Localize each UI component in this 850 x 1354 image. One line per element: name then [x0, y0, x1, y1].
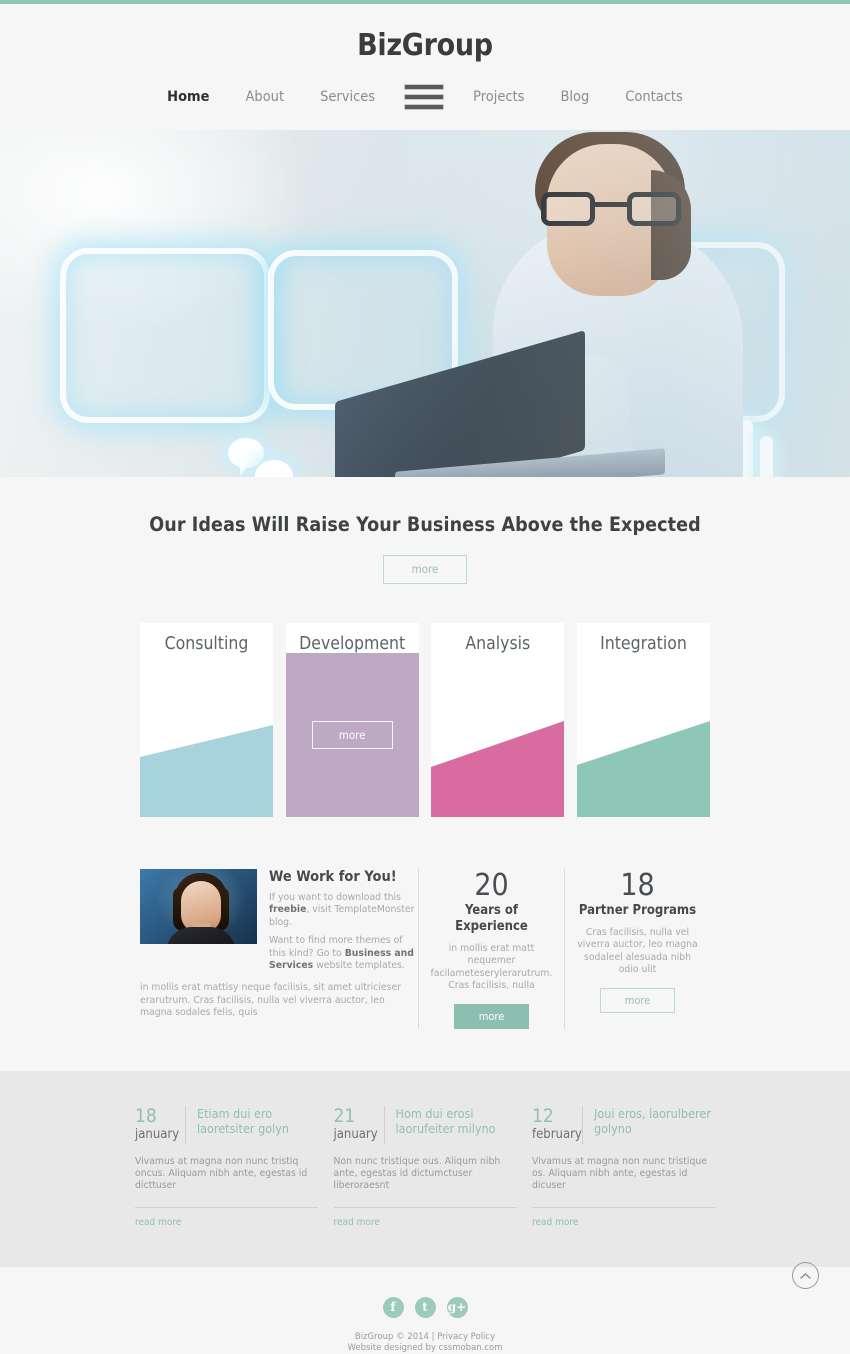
- stat-more-button[interactable]: more: [599, 987, 676, 1013]
- stat-number: 18: [620, 868, 655, 903]
- services-cards: Consulting Development more Analysis Int…: [140, 584, 710, 817]
- work-paragraph-1: If you want to download this freebie, vi…: [269, 892, 415, 928]
- about-stats-section: We Work for You! If you want to download…: [140, 869, 710, 1029]
- hamburger-bar: [404, 94, 445, 100]
- hamburger-bar: [404, 84, 445, 90]
- hero-slider[interactable]: [0, 130, 850, 477]
- work-heading: We Work for You!: [269, 869, 397, 885]
- social-links: f t g+: [0, 1296, 850, 1318]
- stat-partner-programs: 18 Partner Programs Cras facilisis, null…: [564, 869, 710, 1029]
- nav-item-contacts[interactable]: Contacts: [607, 87, 701, 107]
- work-paragraph-3: in mollis erat mattisy neque facilisis, …: [140, 982, 402, 1019]
- stat-description: Cras facilisis, nulla vel viverra auctor…: [577, 927, 698, 976]
- site-logo[interactable]: BizGroup: [0, 26, 850, 66]
- nav-item-services[interactable]: Services: [302, 87, 393, 107]
- news-excerpt: Vivamus at magna non nunc tristiq oncus.…: [135, 1155, 308, 1192]
- intro-section: Our Ideas Will Raise Your Business Above…: [0, 477, 850, 584]
- stat-description: in mollis erat matt nequemer facilametes…: [430, 943, 553, 992]
- intro-more-button[interactable]: more: [382, 555, 468, 584]
- news-day: 21: [333, 1104, 356, 1127]
- site-header: BizGroup Home About Services Projects Bl…: [0, 4, 850, 130]
- news-month: february: [532, 1126, 582, 1142]
- hero-image: [0, 130, 850, 477]
- page-title: Our Ideas Will Raise Your Business Above…: [149, 513, 701, 536]
- stats-block: 20 Years of Experience in mollis erat ma…: [418, 869, 710, 1029]
- stat-number: 20: [474, 868, 509, 903]
- hamburger-icon[interactable]: [404, 84, 445, 110]
- work-block: We Work for You! If you want to download…: [140, 869, 418, 1020]
- stat-more-button[interactable]: more: [453, 1003, 530, 1029]
- news-day: 18: [135, 1104, 157, 1127]
- main-navigation: Home About Services Projects Blog Contac…: [0, 84, 850, 110]
- news-date: 21 january: [334, 1106, 384, 1143]
- news-item[interactable]: 12 february Joui eros, laorulberer golyn…: [532, 1105, 715, 1229]
- news-title[interactable]: Joui eros, laorulberer golyno: [582, 1105, 715, 1144]
- news-read-more-link[interactable]: read more: [334, 1217, 380, 1228]
- site-footer: f t g+ BizGroup © 2014 | Privacy Policy …: [0, 1266, 850, 1354]
- news-excerpt: Vivamus at magna non nunc tristique os. …: [532, 1155, 707, 1192]
- hamburger-bar: [404, 104, 445, 110]
- service-card-analysis[interactable]: Analysis: [431, 623, 565, 817]
- stat-years-of-experience: 20 Years of Experience in mollis erat ma…: [418, 869, 564, 1029]
- work-paragraph-2: Want to find more themes of this kind? G…: [269, 935, 414, 972]
- news-excerpt: Non nunc tristique ous. Aliqum nibh ante…: [333, 1155, 501, 1192]
- service-card-title: Integration: [600, 634, 687, 654]
- twitter-icon[interactable]: t: [414, 1296, 436, 1318]
- service-card-title: Consulting: [164, 634, 249, 654]
- news-month: january: [333, 1126, 378, 1142]
- service-card-consulting[interactable]: Consulting: [140, 623, 273, 817]
- divider: [135, 1206, 318, 1208]
- scroll-to-top-button[interactable]: [792, 1262, 819, 1289]
- googleplus-icon[interactable]: g+: [446, 1296, 468, 1318]
- nav-item-blog[interactable]: Blog: [542, 87, 607, 107]
- service-card-development[interactable]: Development more: [285, 623, 419, 817]
- nav-item-projects[interactable]: Projects: [455, 87, 542, 107]
- news-section: 18 january Etiam dui ero laoretsiter gol…: [0, 1070, 850, 1267]
- news-item[interactable]: 18 january Etiam dui ero laoretsiter gol…: [135, 1105, 318, 1229]
- service-card-integration[interactable]: Integration: [576, 623, 710, 817]
- news-date: 18 january: [135, 1106, 185, 1143]
- service-card-title: Development: [299, 634, 406, 654]
- nav-item-home[interactable]: Home: [149, 87, 227, 107]
- news-title[interactable]: Etiam dui ero laoretsiter golyn: [185, 1105, 318, 1144]
- avatar: [140, 869, 257, 944]
- service-card-title: Analysis: [465, 634, 531, 654]
- facebook-icon[interactable]: f: [382, 1296, 404, 1318]
- chevron-up-icon: [800, 1272, 811, 1279]
- stat-caption: Years of Experience: [455, 903, 528, 934]
- news-day: 12: [532, 1104, 554, 1127]
- news-date: 12 february: [532, 1106, 582, 1143]
- news-read-more-link[interactable]: read more: [532, 1217, 578, 1228]
- news-read-more-link[interactable]: read more: [135, 1217, 181, 1228]
- divider: [532, 1206, 715, 1208]
- stat-caption: Partner Programs: [578, 903, 697, 918]
- news-item[interactable]: 21 january Hom dui erosi laorufeiter mil…: [333, 1105, 517, 1229]
- copyright-line-1: BizGroup © 2014 | Privacy Policy: [354, 1331, 496, 1342]
- news-title[interactable]: Hom dui erosi laorufeiter milyno: [383, 1105, 517, 1144]
- copyright-line-2: Website designed by cssmoban.com: [347, 1342, 503, 1353]
- card-hover-overlay: more: [286, 653, 419, 817]
- service-card-more-button[interactable]: more: [311, 721, 393, 749]
- divider: [333, 1206, 517, 1208]
- nav-item-about[interactable]: About: [227, 87, 302, 107]
- news-month: january: [135, 1126, 180, 1142]
